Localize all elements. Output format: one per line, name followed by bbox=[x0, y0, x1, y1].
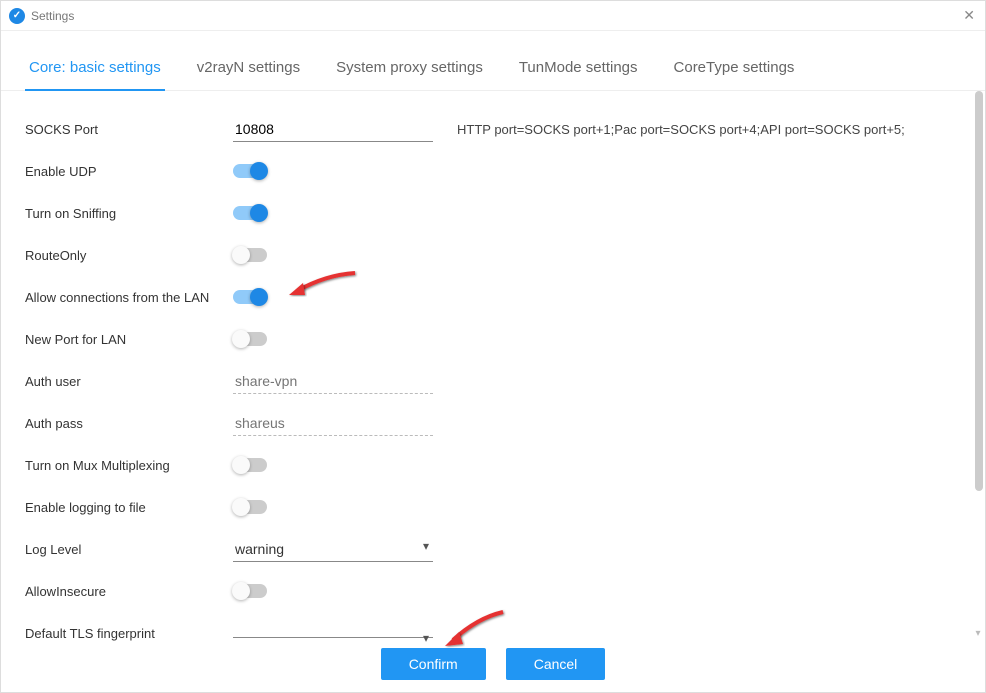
label-new-port-lan: New Port for LAN bbox=[25, 332, 233, 347]
scroll-down-icon[interactable]: ▾ bbox=[973, 628, 983, 642]
tab-v2rayn[interactable]: v2rayN settings bbox=[193, 49, 304, 90]
tab-system-proxy[interactable]: System proxy settings bbox=[332, 49, 487, 90]
select-tls-fingerprint[interactable] bbox=[233, 629, 433, 638]
row-sniffing: Turn on Sniffing bbox=[25, 193, 961, 233]
tab-coretype[interactable]: CoreType settings bbox=[670, 49, 799, 90]
scrollbar-thumb[interactable] bbox=[975, 91, 983, 491]
toggle-logging[interactable] bbox=[233, 500, 267, 514]
label-allow-lan: Allow connections from the LAN bbox=[25, 290, 233, 305]
toggle-enable-udp[interactable] bbox=[233, 164, 267, 178]
label-tls-fingerprint: Default TLS fingerprint bbox=[25, 626, 233, 641]
content-panel: SOCKS Port HTTP port=SOCKS port+1;Pac po… bbox=[1, 91, 985, 671]
row-new-port-lan: New Port for LAN bbox=[25, 319, 961, 359]
window-title: Settings bbox=[31, 9, 74, 23]
row-mux: Turn on Mux Multiplexing bbox=[25, 445, 961, 485]
label-sniffing: Turn on Sniffing bbox=[25, 206, 233, 221]
row-enable-udp: Enable UDP bbox=[25, 151, 961, 191]
label-auth-pass: Auth pass bbox=[25, 416, 233, 431]
close-icon[interactable]: ✕ bbox=[963, 7, 975, 24]
socks-port-input[interactable] bbox=[233, 117, 433, 142]
row-log-level: Log Level warning bbox=[25, 529, 961, 569]
label-logging: Enable logging to file bbox=[25, 500, 233, 515]
row-socks-port: SOCKS Port HTTP port=SOCKS port+1;Pac po… bbox=[25, 109, 961, 149]
row-tls-fingerprint: Default TLS fingerprint bbox=[25, 613, 961, 653]
label-auth-user: Auth user bbox=[25, 374, 233, 389]
socks-port-hint: HTTP port=SOCKS port+1;Pac port=SOCKS po… bbox=[457, 122, 905, 137]
app-icon: ✓ bbox=[9, 8, 25, 24]
auth-user-input[interactable] bbox=[233, 369, 433, 394]
row-route-only: RouteOnly bbox=[25, 235, 961, 275]
label-enable-udp: Enable UDP bbox=[25, 164, 233, 179]
label-log-level: Log Level bbox=[25, 542, 233, 557]
titlebar: ✓ Settings ✕ bbox=[1, 1, 985, 31]
button-bar: Confirm Cancel bbox=[1, 648, 985, 680]
row-auth-user: Auth user bbox=[25, 361, 961, 401]
label-socks-port: SOCKS Port bbox=[25, 122, 233, 137]
toggle-allow-lan[interactable] bbox=[233, 290, 267, 304]
tabs: Core: basic settings v2rayN settings Sys… bbox=[1, 31, 985, 91]
label-mux: Turn on Mux Multiplexing bbox=[25, 458, 233, 473]
tab-tunmode[interactable]: TunMode settings bbox=[515, 49, 642, 90]
row-allow-lan: Allow connections from the LAN bbox=[25, 277, 961, 317]
toggle-route-only[interactable] bbox=[233, 248, 267, 262]
row-auth-pass: Auth pass bbox=[25, 403, 961, 443]
tab-core-basic[interactable]: Core: basic settings bbox=[25, 49, 165, 90]
scrollbar[interactable] bbox=[973, 91, 983, 632]
label-route-only: RouteOnly bbox=[25, 248, 233, 263]
toggle-mux[interactable] bbox=[233, 458, 267, 472]
confirm-button[interactable]: Confirm bbox=[381, 648, 486, 680]
label-allow-insecure: AllowInsecure bbox=[25, 584, 233, 599]
cancel-button[interactable]: Cancel bbox=[506, 648, 606, 680]
toggle-sniffing[interactable] bbox=[233, 206, 267, 220]
auth-pass-input[interactable] bbox=[233, 411, 433, 436]
row-logging: Enable logging to file bbox=[25, 487, 961, 527]
select-log-level[interactable]: warning bbox=[233, 537, 433, 562]
toggle-allow-insecure[interactable] bbox=[233, 584, 267, 598]
toggle-new-port-lan[interactable] bbox=[233, 332, 267, 346]
row-allow-insecure: AllowInsecure bbox=[25, 571, 961, 611]
